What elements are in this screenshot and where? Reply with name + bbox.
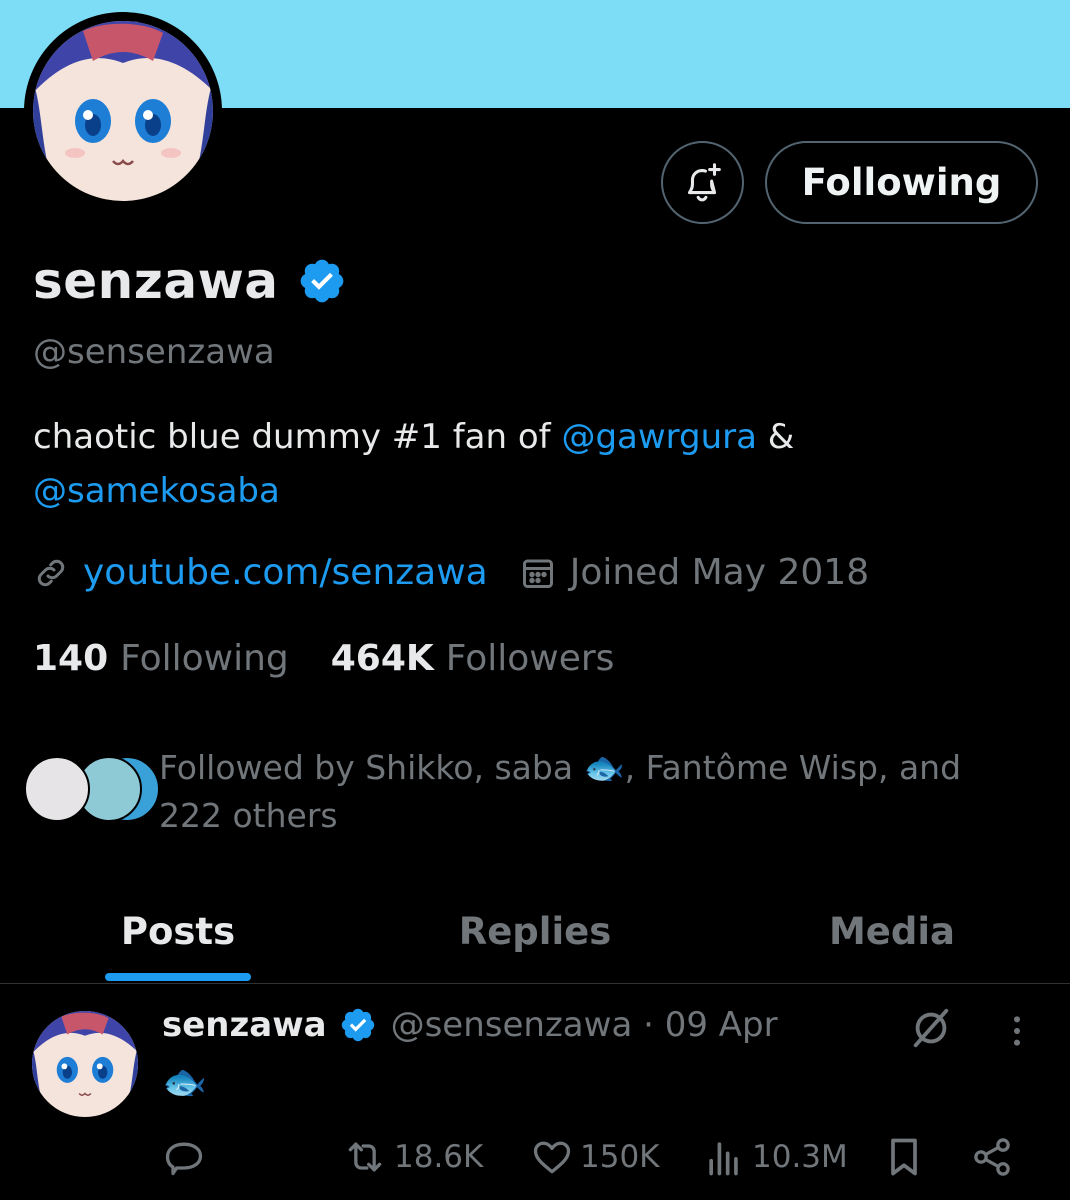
calendar-icon xyxy=(520,555,556,591)
reply-button[interactable] xyxy=(162,1135,206,1179)
repost-count: 18.6K xyxy=(394,1139,484,1175)
post-text: 🐟 xyxy=(162,1062,207,1103)
following-count: 140 xyxy=(33,638,109,679)
followers-count: 464K xyxy=(330,638,434,679)
following-count-link[interactable]: 140 Following xyxy=(33,638,289,679)
following-label: Following xyxy=(120,638,289,679)
tab-posts[interactable]: Posts xyxy=(0,880,356,983)
profile-name-row: senzawa xyxy=(33,252,347,310)
reply-icon xyxy=(165,1142,203,1176)
more-icon[interactable] xyxy=(1000,1011,1034,1051)
post-author-name[interactable]: senzawa xyxy=(162,1005,327,1045)
like-button[interactable]: 150K xyxy=(530,1135,660,1179)
bio-mention-gawrgura[interactable]: @gawrgura xyxy=(561,417,757,457)
bio-text: chaotic blue dummy #1 fan of xyxy=(33,417,562,457)
repost-icon xyxy=(348,1142,382,1172)
grok-icon[interactable] xyxy=(908,1005,954,1051)
profile-joined-date: Joined May 2018 xyxy=(569,552,870,593)
post-handle-date: @sensenzawa · 09 Apr xyxy=(390,1005,778,1045)
post-actions: 18.6K 150K 10.3M xyxy=(162,1135,1022,1185)
bookmark-icon xyxy=(891,1138,917,1176)
followed-by-text: Followed by Shikko, saba 🐟, Fantôme Wisp… xyxy=(159,748,962,835)
link-icon xyxy=(33,555,69,591)
share-button[interactable] xyxy=(970,1135,1014,1179)
profile-avatar[interactable] xyxy=(24,12,222,210)
repost-button[interactable]: 18.6K xyxy=(342,1135,483,1179)
views-count: 10.3M xyxy=(752,1139,848,1175)
tab-replies[interactable]: Replies xyxy=(356,880,714,983)
bio-mention-samekosaba[interactable]: @samekosaba xyxy=(33,471,280,511)
notification-bell-button[interactable] xyxy=(661,141,744,224)
profile-handle: @sensenzawa xyxy=(33,332,275,372)
followers-count-link[interactable]: 464K Followers xyxy=(331,638,615,679)
following-button[interactable]: Following xyxy=(765,141,1038,224)
profile-display-name: senzawa xyxy=(33,252,279,310)
share-icon xyxy=(974,1138,1010,1176)
profile-tabs: Posts Replies Media xyxy=(0,880,1070,984)
views-button[interactable]: 10.3M xyxy=(702,1135,848,1179)
tab-media[interactable]: Media xyxy=(714,880,1070,983)
post-header: senzawa @sensenzawa · 09 Apr xyxy=(162,1005,778,1045)
profile-bio: chaotic blue dummy #1 fan of @gawrgura &… xyxy=(33,410,993,518)
verified-badge-icon xyxy=(339,1006,377,1044)
like-count: 150K xyxy=(580,1139,660,1175)
post-item[interactable]: senzawa @sensenzawa · 09 Apr 🐟 18.6K 150… xyxy=(0,985,1070,1200)
bio-ampersand: & xyxy=(757,417,795,457)
followed-by-avatars xyxy=(24,756,160,822)
bookmark-button[interactable] xyxy=(882,1135,926,1179)
bell-plus-icon xyxy=(687,162,721,201)
followers-label: Followers xyxy=(445,638,615,679)
follower-avatar xyxy=(24,756,90,822)
post-avatar[interactable] xyxy=(32,1011,138,1117)
like-icon xyxy=(533,1141,571,1174)
profile-meta: youtube.com/senzawa Joined May 2018 xyxy=(33,552,869,593)
profile-stats: 140 Following 464K Followers xyxy=(33,638,656,679)
views-icon xyxy=(709,1142,738,1176)
verified-badge-icon[interactable] xyxy=(297,256,347,306)
profile-website-link[interactable]: youtube.com/senzawa xyxy=(83,552,488,593)
